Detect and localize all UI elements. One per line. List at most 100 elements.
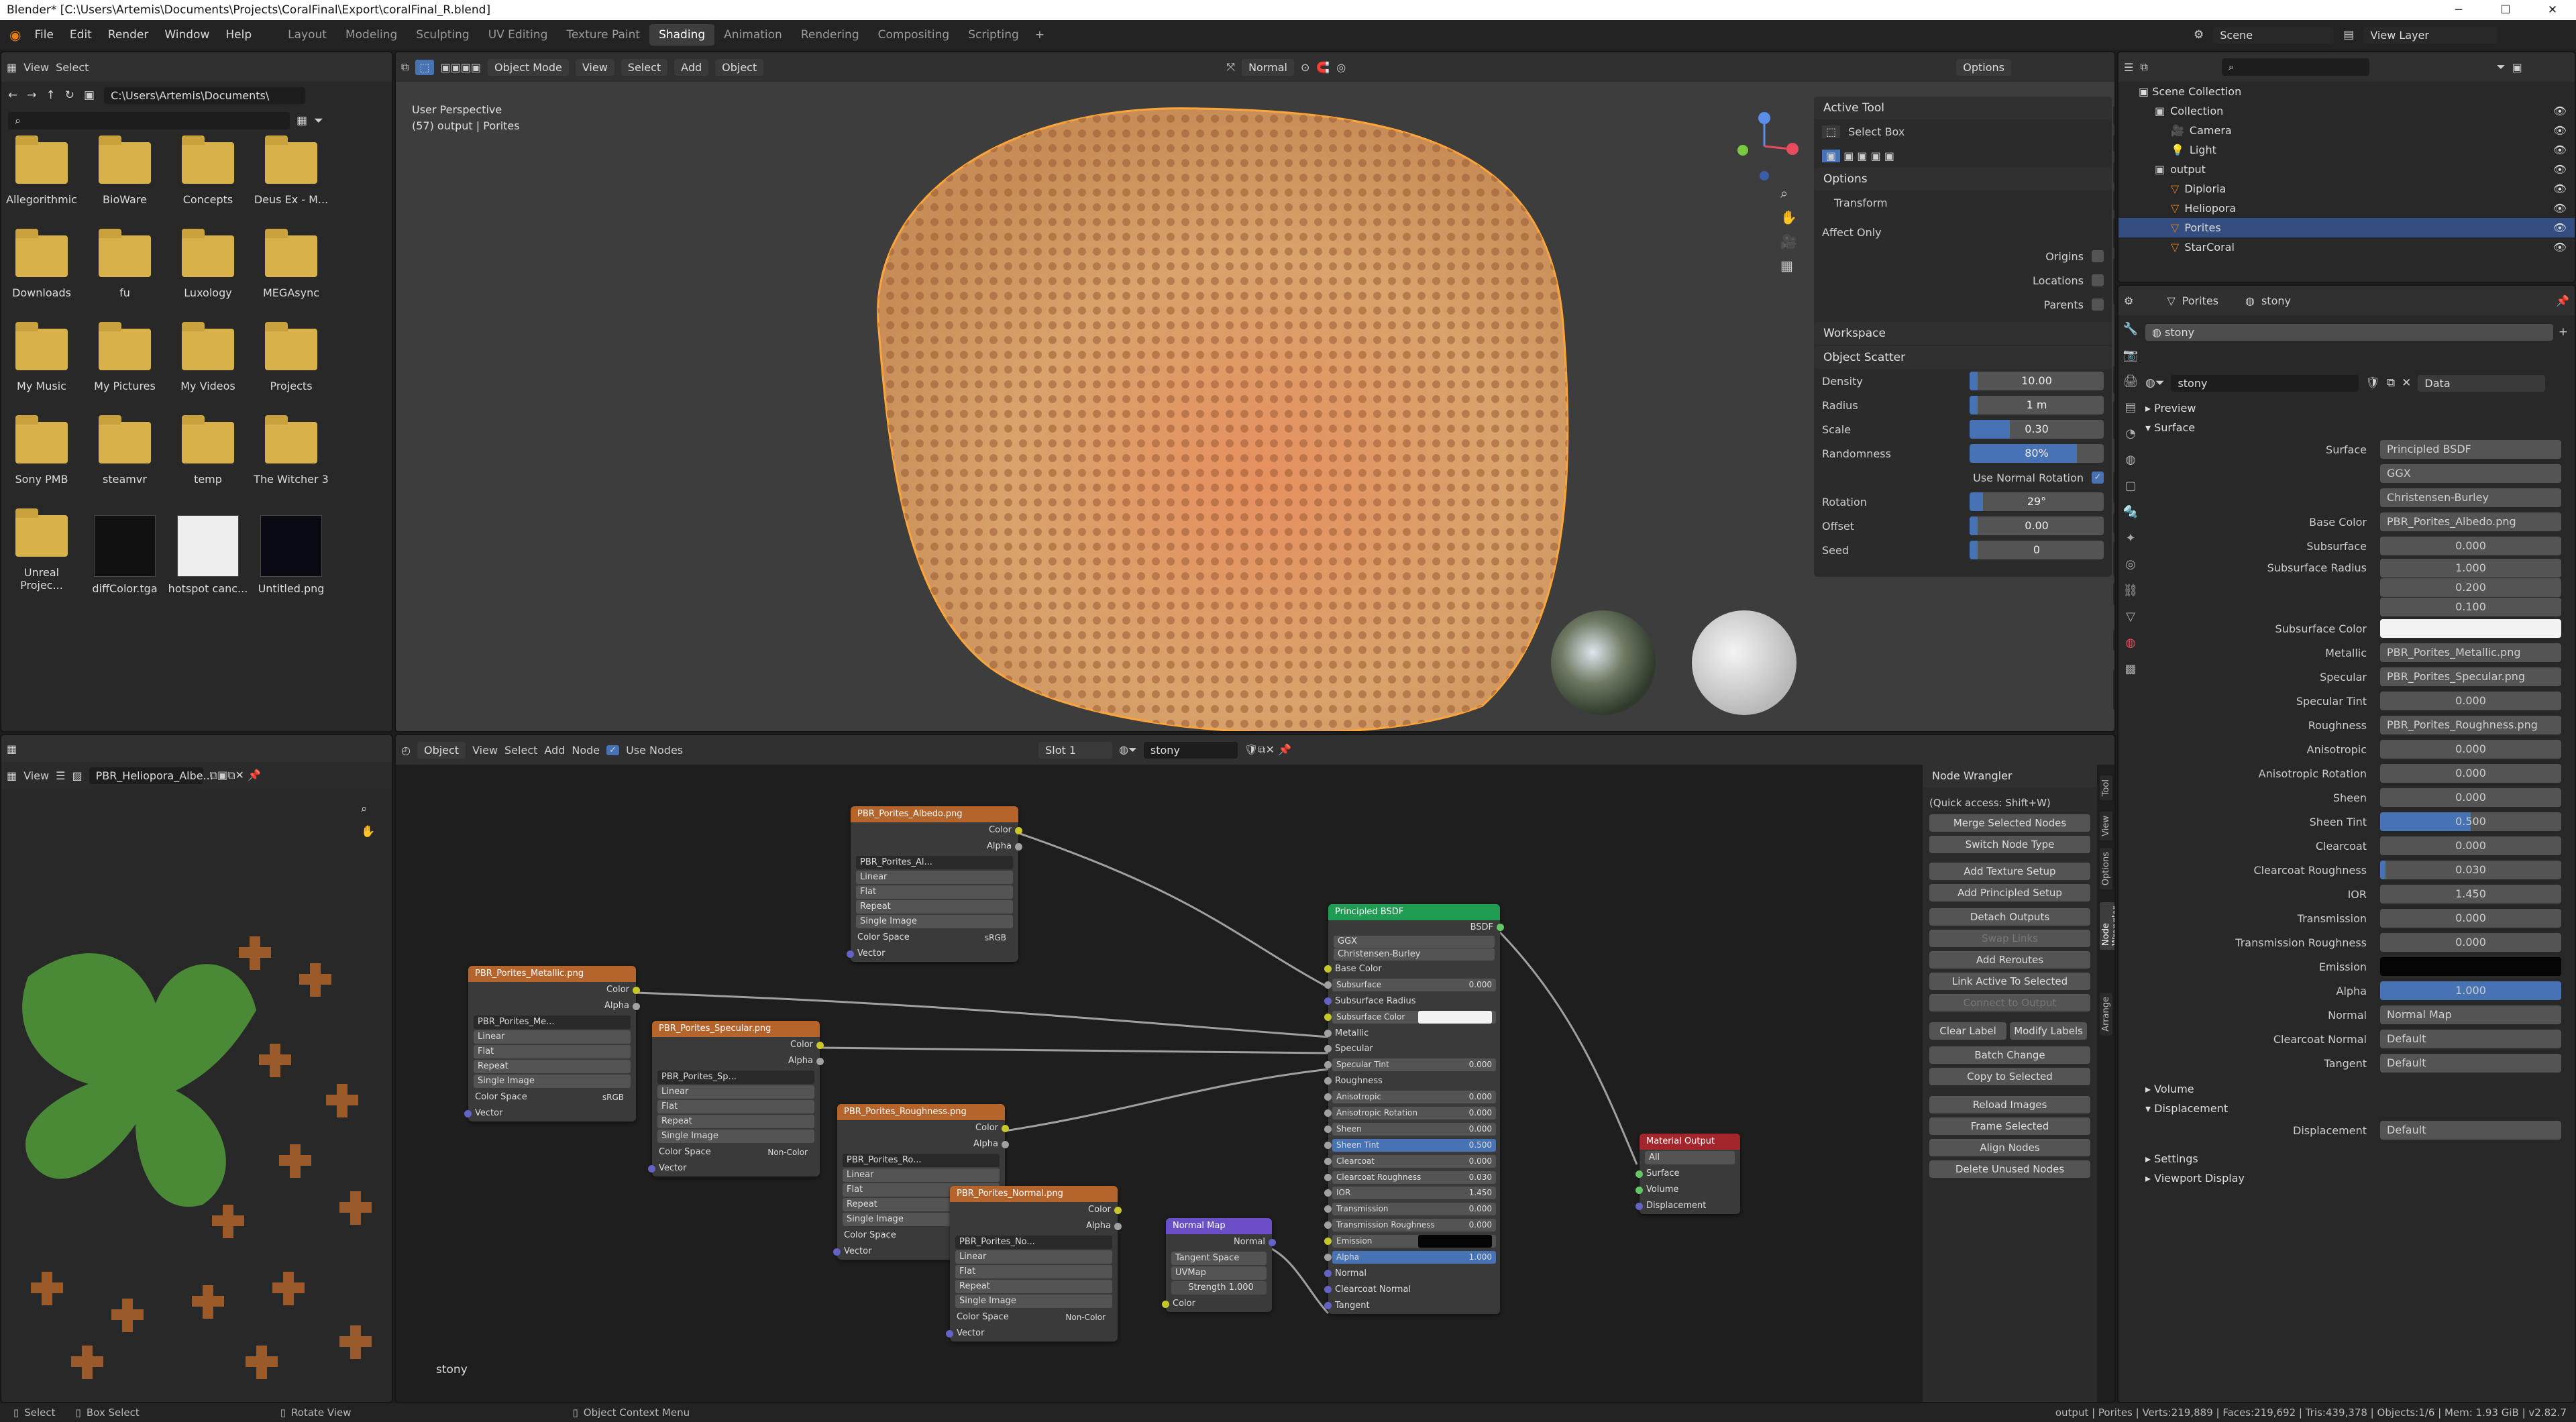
link-data-selector[interactable]: Data bbox=[2418, 374, 2546, 392]
prop-field-clearcoat-roughness[interactable]: 0.030 bbox=[2380, 861, 2561, 879]
add-slot-icon[interactable]: + bbox=[2559, 325, 2568, 339]
outliner-row-light[interactable]: 💡 Light 👁 bbox=[2118, 140, 2575, 160]
input-socket[interactable] bbox=[1635, 1203, 1643, 1210]
input-socket[interactable] bbox=[1324, 1125, 1332, 1133]
nw-switch-node-type-button[interactable]: Switch Node Type bbox=[1929, 836, 2090, 853]
prop-field-metallic[interactable]: PBR_Porites_Metallic.png bbox=[2380, 643, 2561, 662]
subsurface-method-selector[interactable]: Christensen-Burley bbox=[1334, 948, 1495, 961]
parents-checkbox[interactable] bbox=[2092, 298, 2104, 311]
image-menu-view[interactable]: View bbox=[23, 769, 49, 782]
sidebar-tab[interactable]: Vie bbox=[2113, 162, 2114, 184]
select-mode-buttons[interactable]: ▣ ▣ ▣ ▣ ▣ bbox=[1814, 144, 2112, 168]
ortho-grid-icon[interactable]: ▦ bbox=[1780, 258, 1797, 274]
file-item[interactable]: diffColor.tga bbox=[85, 515, 165, 595]
image-texture-node-normal[interactable]: PBR_Porites_Normal.png Color Alpha PBR_Pori… bbox=[946, 1186, 1122, 1342]
sidebar-tab[interactable]: Ite bbox=[2113, 106, 2114, 125]
normal-map-node[interactable]: Normal Map Normal Tangent Space UVMap Streng… bbox=[1162, 1218, 1276, 1312]
nw-modify-labels-button[interactable]: Modify Labels bbox=[2009, 1022, 2088, 1040]
input-socket[interactable] bbox=[1324, 1285, 1332, 1293]
prop-field-transmission-roughness[interactable]: 0.000 bbox=[2380, 933, 2561, 952]
select-tool-icon[interactable]: ⬚ bbox=[415, 59, 434, 75]
prop-field-extra[interactable]: 0.200 bbox=[2380, 578, 2561, 597]
visibility-eye-icon[interactable]: 👁 bbox=[2553, 237, 2567, 257]
file-item[interactable]: steamvr bbox=[85, 415, 165, 486]
orientation-selector[interactable]: Normal bbox=[1242, 58, 1294, 76]
file-item[interactable]: The Witcher 3 bbox=[251, 415, 331, 486]
zoom-icon[interactable]: ⌕ bbox=[1780, 185, 1797, 201]
scene-selector[interactable]: Scene bbox=[2213, 26, 2334, 44]
prop-field-anisotropic[interactable]: 0.000 bbox=[2380, 740, 2561, 759]
minimize-icon[interactable]: ─ bbox=[2435, 0, 2482, 20]
bsdf-field[interactable]: IOR 1.450 bbox=[1332, 1187, 1496, 1200]
outliner-row-collection[interactable]: ▣ Collection 👁 bbox=[2118, 101, 2575, 121]
output-socket[interactable] bbox=[1002, 1125, 1009, 1132]
image-selector[interactable]: PBR_Porites_Ro... bbox=[843, 1154, 1000, 1167]
scatter-field-seed[interactable]: 0 bbox=[1970, 541, 2104, 559]
tool-tab-icon[interactable]: 🔧 bbox=[2123, 322, 2138, 336]
scene-icon[interactable]: ⚙ bbox=[2194, 28, 2204, 42]
node-dropdown[interactable]: Linear bbox=[955, 1250, 1112, 1264]
sidebar-tab[interactable]: KIT O bbox=[2113, 629, 2114, 651]
principled-bsdf-node[interactable]: Principled BSDF BSDF GGX Christensen-Burley… bbox=[1324, 904, 1504, 1314]
nw-add-reroutes-button[interactable]: Add Reroutes bbox=[1929, 951, 2090, 969]
node-sidebar-tab[interactable]: Node Wrangler bbox=[2100, 902, 2114, 950]
prop-field-emission[interactable] bbox=[2380, 957, 2561, 976]
image-texture-node-albedo[interactable]: PBR_Porites_Albedo.png Color Alpha PBR_Pori… bbox=[847, 806, 1022, 962]
bsdf-field[interactable]: Transmission Roughness 0.000 bbox=[1332, 1219, 1496, 1232]
material-browse-icon[interactable]: ◍⏷ bbox=[2145, 376, 2164, 390]
prop-field-normal[interactable]: Normal Map bbox=[2380, 1005, 2561, 1024]
image-name-field[interactable]: PBR_Heliopora_Albe... bbox=[89, 767, 213, 784]
outliner-row-camera[interactable]: 🎥 Camera 👁 bbox=[2118, 121, 2575, 140]
3d-viewport[interactable]: ⧉ ⬚ ▣▣▣▣ Object Mode View Select Add Obj… bbox=[394, 51, 2116, 732]
tab-compositing[interactable]: Compositing bbox=[869, 24, 959, 46]
blender-logo-icon[interactable]: ◉ bbox=[9, 27, 21, 43]
bsdf-field[interactable]: Specular Tint 0.000 bbox=[1332, 1058, 1496, 1072]
snap-icon[interactable]: 🧲 bbox=[1316, 61, 1330, 74]
bsdf-field[interactable]: Emission bbox=[1332, 1235, 1496, 1248]
transform-subheader[interactable]: Transform bbox=[1814, 190, 2112, 215]
input-socket[interactable] bbox=[1324, 1109, 1332, 1117]
options-menu[interactable]: Options bbox=[1956, 58, 2011, 76]
input-socket[interactable] bbox=[1324, 1141, 1332, 1149]
input-socket[interactable] bbox=[1324, 1189, 1332, 1197]
bsdf-field[interactable]: Sheen 0.000 bbox=[1332, 1122, 1496, 1136]
nw-align-nodes-button[interactable]: Align Nodes bbox=[1929, 1139, 2090, 1156]
close-icon[interactable]: ✕ bbox=[2529, 0, 2576, 20]
sidebar-tab[interactable]: Crea bbox=[2113, 366, 2114, 394]
displacement-panel-header[interactable]: ▾ Displacement bbox=[2145, 1099, 2568, 1118]
file-item[interactable]: Deus Ex - M... bbox=[251, 135, 331, 206]
proportional-icon[interactable]: ◎ bbox=[1336, 61, 1346, 74]
scatter-field-radius[interactable]: 1 m bbox=[1970, 396, 2104, 415]
input-socket[interactable] bbox=[833, 1248, 841, 1256]
prop-field-specular[interactable]: PBR_Porites_Specular.png bbox=[2380, 667, 2561, 686]
scatter-field-rotation[interactable]: 29° bbox=[1970, 492, 2104, 511]
menu-edit[interactable]: Edit bbox=[70, 28, 92, 42]
displacement-link-field[interactable]: Default bbox=[2380, 1121, 2561, 1140]
nw-copy-to-selected-button[interactable]: Copy to Selected bbox=[1929, 1068, 2090, 1085]
image-selector[interactable]: PBR_Porites_Al... bbox=[856, 856, 1013, 869]
image-selector[interactable]: PBR_Porites_Me... bbox=[474, 1016, 631, 1029]
output-socket[interactable] bbox=[1015, 843, 1022, 851]
prop-field-transmission[interactable]: 0.000 bbox=[2380, 909, 2561, 928]
active-tool-header[interactable]: Active Tool bbox=[1814, 97, 2112, 119]
node-sidebar-tab[interactable]: View bbox=[2100, 812, 2112, 840]
node-dropdown[interactable]: Flat bbox=[955, 1265, 1112, 1278]
node-sidebar-tab[interactable]: Arrange bbox=[2100, 993, 2112, 1036]
view-layer-tab-icon[interactable]: ▤ bbox=[2125, 400, 2136, 415]
scatter-field-density[interactable]: 10.00 bbox=[1970, 372, 2104, 390]
orientation-icon[interactable]: ⤧ bbox=[1226, 60, 1235, 74]
node-dropdown[interactable]: Linear bbox=[843, 1168, 1000, 1182]
input-socket[interactable] bbox=[1324, 1205, 1332, 1213]
distribution-selector[interactable]: GGX bbox=[1334, 936, 1495, 948]
prop-field-specular-tint[interactable]: 0.000 bbox=[2380, 692, 2561, 710]
file-item[interactable]: My Pictures bbox=[85, 322, 165, 392]
display-mode-icon[interactable]: ⧉ bbox=[2140, 60, 2147, 74]
color-space-selector[interactable]: sRGB bbox=[979, 931, 1012, 944]
output-socket[interactable] bbox=[816, 1042, 824, 1049]
prop-field-alpha[interactable]: 1.000 bbox=[2380, 981, 2561, 1000]
output-socket[interactable] bbox=[1114, 1207, 1122, 1214]
locations-checkbox[interactable] bbox=[2092, 274, 2104, 286]
input-socket[interactable] bbox=[1324, 1301, 1332, 1309]
file-item[interactable]: MEGAsync bbox=[251, 229, 331, 299]
pin-icon[interactable]: 📌 bbox=[2556, 294, 2569, 307]
